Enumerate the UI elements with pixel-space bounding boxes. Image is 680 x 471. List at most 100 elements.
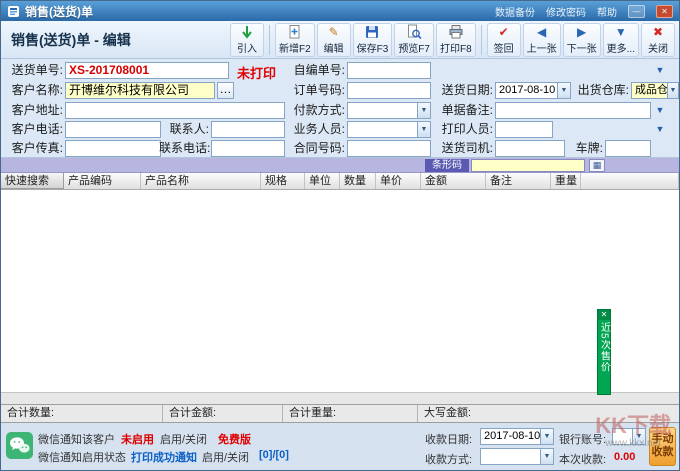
toolbar-separator [269, 25, 270, 55]
address-label: 客户地址: [5, 102, 63, 119]
customer-field[interactable]: 开博维尔科技有限公司 [65, 82, 215, 99]
import-icon [239, 24, 255, 40]
delivery-date-value: 2017-08-10 [499, 84, 555, 96]
driver-field[interactable] [495, 140, 565, 157]
delivery-date-field[interactable]: 2017-08-10▼ [495, 82, 571, 99]
chevron-down-icon[interactable]: ▼ [417, 122, 430, 137]
titlebar-link-password[interactable]: 修改密码 [546, 4, 586, 19]
save-button[interactable]: 保存F3 [353, 23, 393, 57]
titlebar-link-help[interactable]: 帮助 [597, 4, 617, 19]
total-weight-label: 合计重量: [283, 405, 418, 422]
column-product-code[interactable]: 产品编码 [64, 173, 141, 189]
print-status-badge: 未打印 [237, 63, 276, 82]
preview-button[interactable]: 预览F7 [394, 23, 434, 57]
close-form-button[interactable]: ✖ 关闭 [641, 23, 675, 57]
expand-row3-icon[interactable]: ▼ [653, 102, 667, 119]
table-body[interactable] [1, 190, 679, 392]
column-product-name[interactable]: 产品名称 [141, 173, 261, 189]
toolbar-buttons: 引入 新增F2 ✎ 编辑 保存F3 预览F7 打印F8 [230, 23, 675, 57]
horizontal-scrollbar[interactable] [1, 392, 679, 404]
column-remark[interactable]: 备注 [486, 173, 551, 189]
recent-prices-tab[interactable]: ✕ 近5次售价 [597, 309, 611, 395]
receipt-method-field[interactable]: ▼ [480, 448, 554, 465]
order-no-field[interactable] [347, 82, 431, 99]
phone-field[interactable] [65, 121, 161, 138]
wechat-status-badge: 未启用 [121, 431, 154, 447]
order-no-label: 订单号码: [287, 82, 345, 99]
next-record-button[interactable]: ▶ 下一张 [563, 23, 601, 57]
order-form: 送货单号: XS-201708001 未打印 自编单号: ▼ 客户名称: 开博维… [1, 59, 679, 158]
column-weight[interactable]: 重量 [551, 173, 581, 189]
expand-row1-icon[interactable]: ▼ [653, 62, 667, 79]
warehouse-label: 出货仓库: [571, 82, 629, 99]
titlebar-link-backup[interactable]: 数据备份 [495, 4, 535, 19]
manual-receipt-button[interactable]: 手动收款 [649, 427, 676, 466]
expand-row4-icon[interactable]: ▼ [653, 121, 667, 138]
printer-field[interactable] [495, 121, 553, 138]
address-field[interactable] [65, 102, 285, 119]
new-button[interactable]: 新增F2 [275, 23, 315, 57]
receipt-amount-label: 本次收款: [559, 451, 606, 467]
contact-phone-field[interactable] [211, 140, 285, 157]
chevron-down-icon[interactable]: ▼ [417, 103, 430, 118]
barcode-scan-button[interactable]: ▦ [589, 159, 605, 172]
chevron-down-icon[interactable]: ▼ [667, 83, 678, 98]
import-button[interactable]: 引入 [230, 23, 264, 57]
print-success-notify-link[interactable]: 打印成功通知 [131, 449, 197, 465]
wechat-notify-customer-label: 微信通知该客户 [38, 431, 115, 447]
toolbar-separator [481, 25, 482, 55]
minimize-button[interactable]: — [628, 5, 645, 18]
previous-record-button[interactable]: ◀ 上一张 [523, 23, 561, 57]
print-button[interactable]: 打印F8 [436, 23, 476, 57]
doc-remark-field[interactable] [495, 102, 651, 119]
phone-label: 客户电话: [5, 121, 63, 138]
wechat-enable-toggle[interactable]: 启用/关闭 [160, 431, 207, 447]
toolbar-button-label: 上一张 [527, 40, 557, 55]
table-header-row: 快速搜索 产品编码 产品名称 规格 单位 数量 单价 金额 备注 重量 [1, 173, 679, 190]
chevron-down-icon[interactable]: ▼ [632, 429, 645, 444]
contact-phone-label: 联系电话: [159, 140, 209, 157]
payment-field[interactable]: ▼ [347, 102, 431, 119]
toolbar-button-label: 编辑 [324, 40, 344, 55]
edit-button[interactable]: ✎ 编辑 [317, 23, 351, 57]
column-qty[interactable]: 数量 [340, 173, 376, 189]
chevron-down-icon[interactable]: ▼ [540, 429, 553, 444]
chevron-down-icon[interactable]: ▼ [540, 449, 553, 464]
contract-no-field[interactable] [347, 140, 431, 157]
column-amount[interactable]: 金额 [421, 173, 486, 189]
plate-field[interactable] [605, 140, 651, 157]
wechat-enable-state-label: 微信通知启用状态 [38, 449, 126, 465]
new-document-icon [287, 24, 303, 40]
print-notify-toggle[interactable]: 启用/关闭 [202, 449, 249, 465]
receipt-date-field[interactable]: 2017-08-10▼ [480, 428, 554, 445]
printer-label: 打印人员: [435, 121, 493, 138]
chevron-down-icon[interactable]: ▼ [557, 83, 570, 98]
column-price[interactable]: 单价 [376, 173, 421, 189]
sign-back-button[interactable]: ✔ 签回 [487, 23, 521, 57]
toolbar-button-label: 预览F7 [398, 40, 430, 55]
salesman-field[interactable]: ▼ [347, 121, 431, 138]
customer-browse-button[interactable]: … [217, 82, 234, 99]
column-spec[interactable]: 规格 [261, 173, 305, 189]
column-unit[interactable]: 单位 [305, 173, 340, 189]
fax-label: 客户传真: [5, 140, 63, 157]
totals-bar: 合计数量: 合计金额: 合计重量: 大写金额: [1, 404, 679, 423]
column-quick-search[interactable]: 快速搜索 [1, 173, 64, 189]
tab-close-icon[interactable]: ✕ [598, 310, 610, 320]
barcode-input[interactable] [471, 159, 585, 172]
barcode-bar: 条形码 ▦ [1, 158, 679, 173]
toolbar-button-label: 新增F2 [279, 40, 311, 55]
delivery-no-field[interactable]: XS-201708001 [65, 62, 229, 79]
more-button[interactable]: ▼ 更多... [603, 23, 639, 57]
bank-account-field[interactable]: ▼ [612, 428, 646, 445]
printer-icon [448, 24, 464, 40]
toolbar-button-label: 关闭 [648, 40, 668, 55]
contact-field[interactable] [211, 121, 285, 138]
warehouse-field[interactable]: 成品仓库▼ [631, 82, 679, 99]
page-title: 销售(送货)单 - 编辑 [11, 30, 131, 50]
window-close-button[interactable]: ✕ [656, 5, 673, 18]
fax-field[interactable] [65, 140, 161, 157]
custom-no-field[interactable] [347, 62, 431, 79]
arrow-left-icon: ◀ [537, 24, 546, 40]
close-icon: ✖ [653, 24, 663, 40]
